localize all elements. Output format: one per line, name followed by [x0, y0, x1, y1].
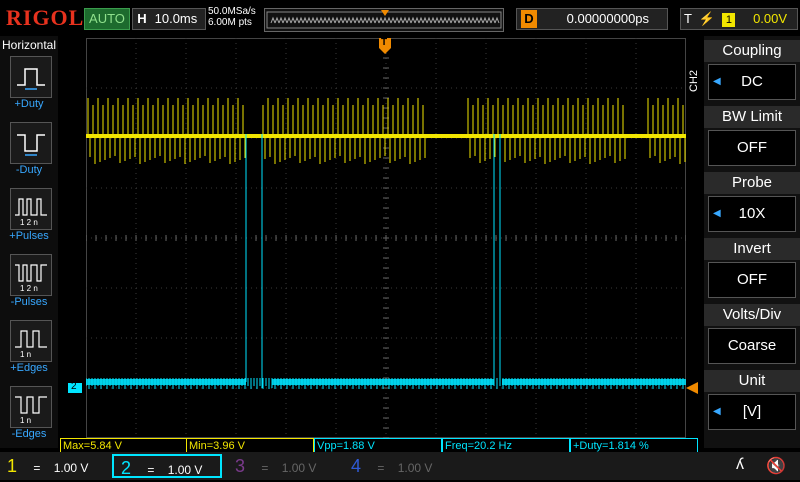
bw-limit-header: BW Limit — [704, 106, 800, 128]
trigger-level-marker[interactable] — [686, 381, 698, 394]
ch3-coupling: = — [261, 461, 269, 475]
negative-pulses-icon: 1 2 n — [15, 264, 47, 293]
trigger-position-icon — [381, 10, 389, 16]
trigger-display[interactable]: T ⚡ 1 0.00V — [680, 8, 798, 30]
negative-duty-icon — [17, 134, 45, 156]
ch3-scale: 1.00 V — [281, 461, 317, 475]
ch1-coupling: = — [33, 461, 41, 475]
probe-select[interactable]: ◀ 10X — [708, 196, 796, 232]
bw-limit-value: OFF — [737, 139, 767, 156]
probe-header: Probe — [704, 172, 800, 194]
top-status-bar: RIGOL AUTO H 10.0ms 50.0MSa/s 6.00M pts … — [0, 0, 800, 36]
trigger-label: T — [684, 11, 692, 26]
left-arrow-icon: ◀ — [713, 208, 721, 219]
channel-menu: Coupling ◀ DC BW Limit OFF Probe ◀ 10X I… — [704, 36, 800, 448]
waveform-display[interactable] — [85, 37, 687, 439]
menu-channel-tag: CH2 — [688, 69, 700, 92]
invert-value: OFF — [737, 271, 767, 288]
memory-overview-waveform — [266, 10, 502, 29]
unit-value: [V] — [742, 403, 762, 420]
memory-depth: 6.00M pts — [208, 17, 252, 28]
negative-pulses-button[interactable]: 1 2 n — [10, 254, 52, 296]
channel-3-tab[interactable]: 3 = 1.00 V — [228, 454, 336, 478]
speaker-mute-icon[interactable]: 🔇 — [766, 456, 794, 476]
ch2-scale: 1.00 V — [167, 463, 203, 477]
coupling-select[interactable]: ◀ DC — [708, 64, 796, 100]
ch3-number: 3 — [234, 456, 245, 476]
run-state-button[interactable]: AUTO — [84, 8, 130, 30]
memory-overview-bar[interactable] — [264, 8, 504, 32]
channel-4-tab[interactable]: 4 = 1.00 V — [344, 454, 452, 478]
volts-div-header: Volts/Div — [704, 304, 800, 326]
delay-display[interactable]: D 0.00000000ps — [516, 8, 668, 30]
negative-duty-button[interactable] — [10, 122, 52, 164]
trigger-level: 0.00V — [753, 11, 788, 26]
ch4-number: 4 — [350, 456, 361, 476]
negative-edges-icon: 1 n — [15, 396, 47, 425]
panel-title: Horizontal — [1, 38, 57, 52]
svg-text:1 n: 1 n — [20, 416, 31, 425]
horizontal-label: H — [137, 11, 147, 26]
delay-label: D — [521, 10, 537, 28]
coupling-header: Coupling — [704, 40, 800, 62]
positive-edges-icon: 1 n — [15, 330, 47, 359]
ch4-coupling: = — [377, 461, 385, 475]
negative-pulses-label: -Pulses — [10, 296, 48, 308]
positive-duty-icon — [17, 68, 45, 90]
unit-select[interactable]: ◀ [V] — [708, 394, 796, 430]
positive-edges-label: +Edges — [10, 362, 48, 374]
positive-duty-button[interactable] — [10, 56, 52, 98]
sample-rate: 50.0MSa/s — [208, 6, 256, 17]
brand-logo: RIGOL — [6, 5, 85, 30]
svg-text:1 2 n: 1 2 n — [20, 218, 38, 227]
usb-icon: ʎ — [736, 456, 744, 473]
positive-duty-label: +Duty — [14, 98, 44, 110]
ch2-offset-marker[interactable]: 2 — [68, 381, 82, 393]
rising-edge-icon: ⚡ — [698, 11, 715, 26]
channel-1-tab[interactable]: 1 = 1.00 V — [0, 454, 108, 478]
volts-div-value: Coarse — [727, 337, 777, 354]
negative-edges-label: -Edges — [11, 428, 47, 440]
ch1-scale: 1.00 V — [53, 461, 89, 475]
ch2-coupling: = — [147, 463, 155, 477]
invert-select[interactable]: OFF — [708, 262, 796, 298]
negative-edges-button[interactable]: 1 n — [10, 386, 52, 428]
positive-pulses-button[interactable]: 1 2 n — [10, 188, 52, 230]
sample-info: 50.0MSa/s 6.00M pts — [208, 6, 256, 28]
positive-pulses-icon: 1 2 n — [15, 198, 47, 227]
trigger-marker-label: T — [381, 37, 388, 48]
probe-value: 10X — [738, 205, 766, 222]
ch1-number: 1 — [6, 456, 17, 476]
left-arrow-icon: ◀ — [713, 406, 721, 417]
measure-panel: Horizontal +Duty -Duty 1 2 n +Pulses 1 2… — [0, 36, 58, 448]
ch2-number: 2 — [120, 458, 131, 478]
invert-header: Invert — [704, 238, 800, 260]
left-arrow-icon: ◀ — [713, 76, 721, 87]
trigger-source: 1 — [722, 13, 736, 27]
trigger-level-icon — [686, 382, 698, 394]
trigger-position-marker[interactable]: T — [379, 37, 391, 54]
svg-text:1 2 n: 1 2 n — [20, 284, 38, 293]
svg-text:1 n: 1 n — [20, 350, 31, 359]
delay-value: 0.00000000ps — [566, 11, 650, 26]
graticule — [85, 37, 687, 439]
ch2-marker-label: 2 — [71, 381, 77, 392]
coupling-value: DC — [741, 73, 763, 90]
positive-edges-button[interactable]: 1 n — [10, 320, 52, 362]
timebase-value: 10.0ms — [154, 11, 198, 26]
unit-header: Unit — [704, 370, 800, 392]
channel-2-tab[interactable]: 2 = 1.00 V — [112, 454, 222, 478]
negative-duty-label: -Duty — [15, 164, 43, 176]
timebase-display[interactable]: H 10.0ms — [132, 8, 206, 30]
positive-pulses-label: +Pulses — [9, 230, 49, 242]
bw-limit-select[interactable]: OFF — [708, 130, 796, 166]
ch2-waveform — [85, 134, 684, 389]
volts-div-select[interactable]: Coarse — [708, 328, 796, 364]
ch4-scale: 1.00 V — [397, 461, 433, 475]
